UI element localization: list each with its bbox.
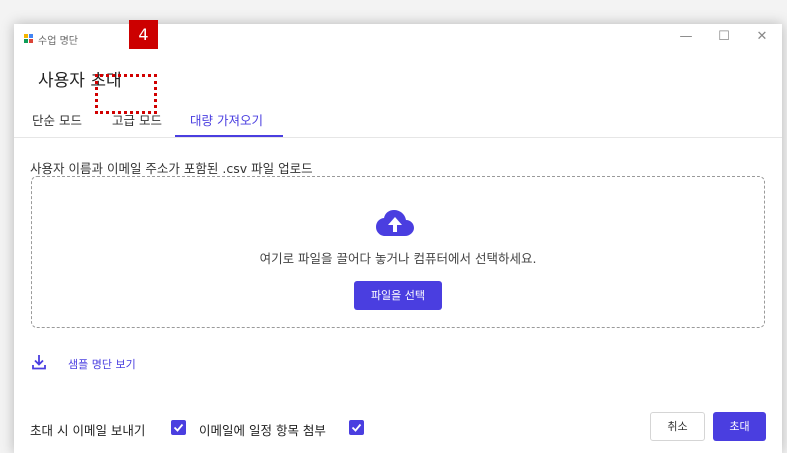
minimize-button[interactable]: — [676, 30, 696, 44]
cloud-upload-icon [376, 210, 414, 236]
window-title: 수업 명단 [38, 36, 78, 47]
upload-instructions: 사용자 이름과 이메일 주소가 포함된 .csv 파일 업로드 [30, 161, 313, 176]
step-number-badge: 4 [129, 20, 158, 49]
tutorial-highlight-box [95, 74, 157, 114]
send-email-checkbox[interactable] [171, 420, 186, 435]
attach-schedule-label: 이메일에 일정 항목 첨부 [199, 423, 326, 438]
close-button[interactable]: ✕ [752, 30, 772, 44]
checkmark-icon [351, 423, 362, 432]
app-logo-icon [24, 34, 33, 43]
tab-bulk-import[interactable]: 대량 가져오기 [190, 110, 263, 129]
sample-link-label: 샘플 명단 보기 [68, 358, 136, 371]
choose-file-button[interactable]: 파일을 선택 [354, 281, 442, 310]
cancel-button[interactable]: 취소 [650, 412, 705, 441]
maximize-button[interactable]: ☐ [714, 30, 734, 44]
tab-divider [14, 137, 782, 138]
send-email-label: 초대 시 이메일 보내기 [30, 423, 146, 438]
checkmark-icon [173, 423, 184, 432]
dropzone-text: 여기로 파일을 끌어다 놓거나 컴퓨터에서 선택하세요. [259, 251, 537, 266]
download-icon [32, 355, 46, 370]
attach-schedule-checkbox[interactable] [349, 420, 364, 435]
invite-button[interactable]: 초대 [713, 412, 766, 441]
tab-simple-mode[interactable]: 단순 모드 [32, 110, 82, 129]
